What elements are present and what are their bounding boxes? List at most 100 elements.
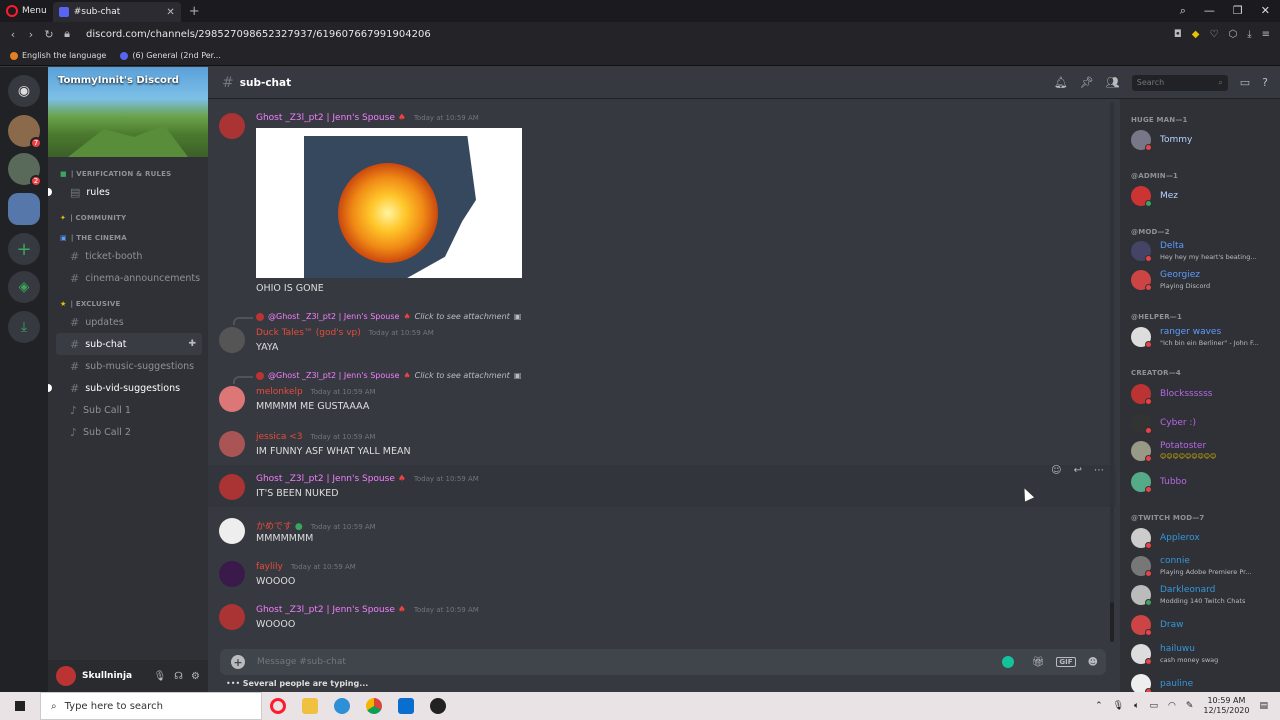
message-author[interactable]: melonkelp Today at 10:59 AM [256, 387, 376, 397]
member-item[interactable]: pauline [1131, 674, 1276, 692]
heart-icon[interactable]: ♡ [1209, 29, 1218, 40]
message-author[interactable]: jessica <3 Today at 10:59 AM [256, 432, 375, 442]
channel-sub-chat[interactable]: # sub-chat ✚ [56, 333, 202, 355]
wallet-icon[interactable]: ◆ [1192, 29, 1200, 40]
emoji-icon[interactable]: ☻ [1088, 657, 1098, 668]
scrollbar-thumb[interactable] [1110, 602, 1114, 642]
grammarly-icon[interactable] [1001, 656, 1014, 668]
bell-icon[interactable]: 🔔︎ [1054, 76, 1068, 89]
channel-ticket-booth[interactable]: # ticket-booth [56, 245, 202, 267]
server-icon-active[interactable] [8, 193, 40, 225]
channel-updates[interactable]: # updates [56, 311, 202, 333]
camera-icon[interactable]: ◘ [1174, 29, 1182, 40]
chrome-icon[interactable] [358, 692, 390, 720]
member-item[interactable]: Draw [1131, 615, 1276, 639]
reload-icon[interactable]: ↻ [40, 28, 58, 41]
pin-icon[interactable]: 📌︎ [1080, 76, 1094, 89]
avatar[interactable] [219, 113, 245, 139]
category-exclusive[interactable]: ★ | EXCLUSIVE [48, 297, 208, 311]
obs-icon[interactable] [422, 692, 454, 720]
opera-menu-button[interactable]: Menu [0, 0, 53, 22]
message-author[interactable]: faylily Today at 10:59 AM [256, 562, 356, 572]
channel-rules[interactable]: ▤ rules [48, 181, 202, 203]
member-item[interactable]: Cyber :) [1131, 413, 1276, 437]
member-item[interactable]: Tommy [1131, 130, 1276, 154]
chat-scrollbar[interactable] [1110, 102, 1114, 642]
category-community[interactable]: ✦ | COMMUNITY [48, 211, 208, 225]
member-item[interactable]: Applerox [1131, 528, 1276, 552]
download-icon[interactable]: ⤓ [1247, 29, 1251, 40]
explore-servers-icon[interactable]: ◈ [8, 271, 40, 303]
file-explorer-icon[interactable] [294, 692, 326, 720]
bookmark-item[interactable]: English the language [10, 51, 106, 60]
member-list-icon[interactable]: 👥︎ [1106, 76, 1120, 89]
browser-tab[interactable]: #sub-chat ✕ [52, 2, 181, 22]
member-item[interactable]: Georgiez Playing Discord [1131, 270, 1276, 294]
url-field[interactable]: discord.com/channels/298527098652327937/… [86, 29, 431, 40]
server-icon[interactable]: 2 [8, 153, 42, 187]
channel-cinema-announcements[interactable]: # cinema-announcements [56, 267, 202, 289]
notifications-icon[interactable]: ▤ [1259, 701, 1268, 711]
back-icon[interactable]: ‹ [4, 28, 22, 41]
gift-icon[interactable]: 🎁︎ [1032, 657, 1045, 668]
member-item[interactable]: Darkleonard Modding 140 Twitch Chats [1131, 585, 1276, 609]
close-tab-icon[interactable]: ✕ [166, 7, 174, 18]
message-author[interactable]: Duck Tales™ (god's vp) Today at 10:59 AM [256, 328, 434, 338]
server-banner[interactable]: TommyInnit's Discord [48, 67, 208, 157]
message-author[interactable]: Ghost _Z3l_pt2 | Jenn's Spouse ♠ Today at… [256, 605, 479, 615]
avatar[interactable] [219, 431, 245, 457]
chevron-up-icon[interactable]: ⌃ [1095, 701, 1103, 711]
download-apps-icon[interactable]: ⤓ [8, 311, 40, 343]
server-name[interactable]: TommyInnit's Discord [58, 75, 179, 86]
wifi-icon[interactable]: ◠ [1168, 701, 1176, 711]
member-item[interactable]: ranger waves "Ich bin ein Berliner" - Joh… [1131, 327, 1276, 351]
reply-reference[interactable]: @Ghost _Z3l_pt2 | Jenn's Spouse ♠ Click to… [256, 312, 521, 321]
member-item[interactable]: Blockssssss [1131, 384, 1276, 408]
battery-icon[interactable]: ▭ [1149, 701, 1158, 711]
extensions-icon[interactable]: ⬡ [1228, 29, 1237, 40]
search-tabs-icon[interactable]: ⌕ [1180, 4, 1186, 18]
search-input[interactable]: Search ⌕ [1131, 74, 1228, 91]
gif-button[interactable]: GIF [1056, 657, 1076, 667]
invite-icon[interactable]: ✚ [188, 339, 196, 349]
start-button[interactable] [0, 701, 40, 711]
message-author[interactable]: Ghost _Z3l_pt2 | Jenn's Spouse ♠ Today at… [256, 474, 479, 484]
help-icon[interactable]: ? [1262, 76, 1268, 89]
taskbar-search-input[interactable]: ⌕ Type here to search [40, 692, 262, 720]
channel-sub-call-2[interactable]: ♪ Sub Call 2 [56, 421, 202, 443]
channel-sub-music-suggestions[interactable]: # sub-music-suggestions [56, 355, 202, 377]
microphone-icon[interactable]: 🎙︎ [1113, 701, 1124, 711]
avatar[interactable] [219, 474, 245, 500]
member-item[interactable]: Mez [1131, 186, 1276, 210]
mail-icon[interactable] [390, 692, 422, 720]
opera-taskbar-icon[interactable] [262, 692, 294, 720]
avatar[interactable] [56, 666, 76, 686]
upload-plus-icon[interactable]: + [231, 655, 245, 669]
channel-sub-vid-suggestions[interactable]: # sub-vid-suggestions [48, 377, 202, 399]
member-item[interactable]: Tubbo [1131, 472, 1276, 496]
gear-icon[interactable]: ⚙ [191, 671, 200, 682]
discord-home-icon[interactable]: ◉ [8, 75, 40, 107]
image-attachment[interactable] [256, 128, 522, 278]
headphones-icon[interactable]: ☊ [174, 671, 183, 682]
reply-icon[interactable]: ↩ [1074, 465, 1082, 476]
member-item[interactable]: Delta Hey hey my heart's beating... [1131, 241, 1276, 265]
mute-microphone-icon[interactable]: 🎙︎ [153, 671, 166, 682]
username[interactable]: Skullninja [82, 671, 147, 681]
avatar[interactable] [219, 561, 245, 587]
easy-setup-icon[interactable]: ≡ [1262, 29, 1270, 40]
inbox-icon[interactable]: ▭ [1240, 76, 1250, 89]
channel-sub-call-1[interactable]: ♪ Sub Call 1 [56, 399, 202, 421]
add-server-icon[interactable]: + [8, 233, 40, 265]
minimize-button[interactable]: — [1204, 4, 1215, 18]
message-author[interactable]: Ghost _Z3l_pt2 | Jenn's Spouse ♠ Today at… [256, 113, 479, 123]
edge-icon[interactable] [326, 692, 358, 720]
add-reaction-icon[interactable]: ☺ [1051, 465, 1061, 476]
volume-icon[interactable]: 🔈︎ [1134, 701, 1139, 711]
member-item[interactable]: Potatoster 😊😊😊😊😊😊😊😊😊 [1131, 441, 1276, 465]
avatar[interactable] [219, 604, 245, 630]
close-window-button[interactable]: ✕ [1261, 4, 1270, 18]
avatar[interactable] [219, 386, 245, 412]
pen-icon[interactable]: ✎ [1186, 701, 1194, 711]
more-icon[interactable]: ⋯ [1094, 465, 1104, 476]
